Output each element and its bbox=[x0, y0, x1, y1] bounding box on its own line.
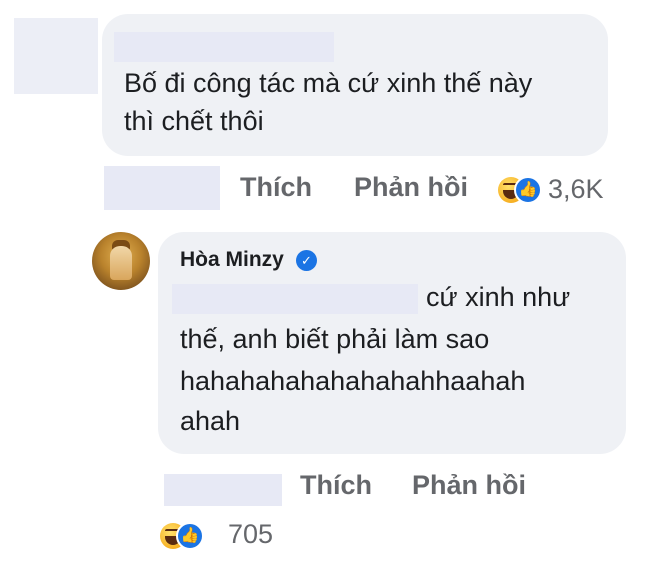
redacted-reply-timestamp bbox=[164, 474, 282, 506]
redacted-timestamp bbox=[104, 166, 220, 210]
reply-text-line-2: thế, anh biết phải làm sao bbox=[180, 324, 490, 354]
like-icon: 👍 bbox=[514, 176, 542, 204]
redacted-reply-text bbox=[172, 284, 418, 314]
comment-text-line-2: thì chết thôi bbox=[124, 106, 264, 136]
like-button[interactable]: Thích bbox=[240, 172, 312, 203]
verified-badge-icon: ✓ bbox=[296, 250, 317, 271]
reaction-icons[interactable]: 👍 bbox=[498, 174, 544, 206]
like-icon: 👍 bbox=[176, 522, 204, 550]
avatar-figure bbox=[110, 246, 132, 280]
reply-like-button[interactable]: Thích bbox=[300, 470, 372, 501]
redacted-avatar bbox=[14, 18, 98, 94]
reply-author-avatar[interactable] bbox=[92, 232, 150, 290]
reply-reaction-count[interactable]: 705 bbox=[228, 519, 273, 550]
redacted-author-name bbox=[114, 32, 334, 62]
reply-button[interactable]: Phản hồi bbox=[354, 172, 468, 203]
reply-author-name[interactable]: Hòa Minzy bbox=[180, 248, 284, 272]
reply-text-line-3: hahahahahahahahahhaahah bbox=[180, 366, 526, 396]
reply-text-line-4: ahah bbox=[180, 406, 241, 436]
reaction-count[interactable]: 3,6K bbox=[548, 174, 604, 205]
reply-reaction-icons[interactable]: 👍 bbox=[160, 520, 206, 552]
reply-reply-button[interactable]: Phản hồi bbox=[412, 470, 526, 501]
comment-text-line-1: Bố đi công tác mà cứ xinh thế này bbox=[124, 68, 533, 98]
reply-text-line-1: cứ xinh như bbox=[426, 282, 571, 312]
